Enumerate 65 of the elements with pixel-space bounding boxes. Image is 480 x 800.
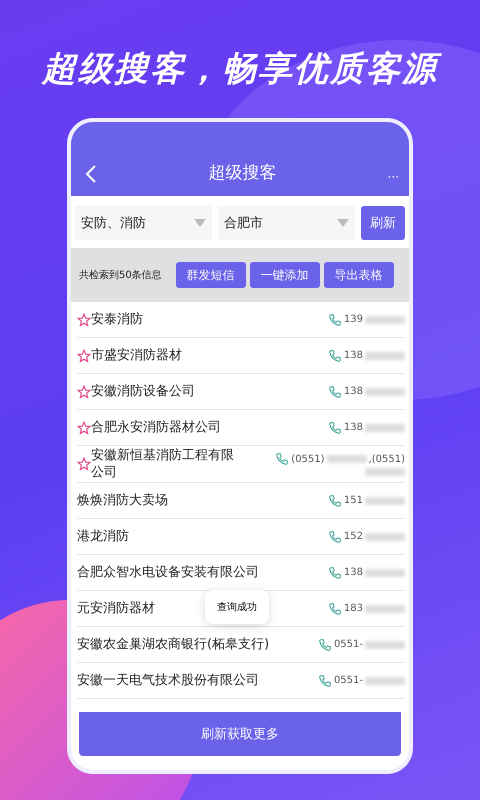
- phone-number: 138: [344, 567, 363, 578]
- company-name: 焕焕消防大卖场: [77, 492, 168, 510]
- phone-icon[interactable]: [275, 452, 290, 466]
- company-name: 安徽一天电气技术股份有限公司: [77, 672, 259, 690]
- phone-icon[interactable]: [328, 384, 342, 398]
- phone-number: (0551): [291, 454, 325, 464]
- company-name: 元安消防器材: [77, 600, 155, 618]
- phone-icon[interactable]: [318, 674, 332, 688]
- toast: 查询成功: [205, 590, 269, 624]
- phone-icon[interactable]: [328, 566, 342, 580]
- phone-number: 151: [344, 495, 363, 506]
- company-name: 安泰消防: [91, 311, 143, 329]
- company-name: 安徽消防设备公司: [91, 383, 195, 401]
- phone-icon[interactable]: [328, 602, 342, 616]
- phone-icon[interactable]: [328, 494, 342, 508]
- phone-number: 0551-: [334, 675, 363, 686]
- blurred-number: [365, 316, 405, 324]
- phone-number: 183: [344, 603, 363, 614]
- phone-number: 0551-: [334, 639, 363, 650]
- blurred-number: [365, 604, 405, 612]
- company-name: 安徽新恒基消防工程有限公司: [91, 447, 235, 482]
- blurred-number: [365, 676, 405, 684]
- refresh-button[interactable]: 刷新: [361, 206, 405, 240]
- dropdown[interactable]: 安防、消防: [75, 206, 212, 240]
- blurred-number: [365, 568, 405, 576]
- company-name: 市盛安消防器材: [91, 347, 182, 365]
- blurred-number: [365, 388, 405, 396]
- phone-icon[interactable]: [318, 638, 332, 652]
- blurred-number: [365, 352, 405, 360]
- action-button[interactable]: 导出表格: [324, 262, 394, 288]
- action-button[interactable]: 一键添加: [250, 262, 320, 288]
- back-icon[interactable]: [85, 164, 97, 184]
- company-name: 安徽农金巢湖农商银行(柘皋支行): [77, 636, 270, 654]
- star-icon[interactable]: [77, 420, 91, 434]
- phone-icon[interactable]: [328, 530, 342, 544]
- phone-number: ,(0551): [368, 454, 405, 464]
- caret-icon[interactable]: [194, 219, 206, 227]
- phone-icon[interactable]: [328, 420, 342, 434]
- result-count: 共检索到50条信息: [79, 268, 162, 282]
- blurred-number: [365, 468, 405, 476]
- company-name: 合肥永安消防器材公司: [91, 419, 221, 437]
- phone-icon[interactable]: [328, 312, 342, 326]
- blurred-number: [365, 424, 405, 432]
- action-button[interactable]: 群发短信: [176, 262, 246, 288]
- star-icon[interactable]: [77, 348, 91, 362]
- blurred-number: [365, 640, 405, 648]
- phone-number: 138: [344, 350, 363, 361]
- blurred-number: [365, 532, 405, 540]
- star-icon[interactable]: [77, 457, 91, 471]
- blurred-number: [326, 455, 367, 463]
- phone-number: 152: [344, 531, 363, 542]
- phone-number: 138: [344, 386, 363, 397]
- star-icon[interactable]: [77, 384, 91, 398]
- company-name: 合肥众智水电设备安装有限公司: [77, 564, 259, 582]
- phone-icon[interactable]: [328, 348, 342, 362]
- more-button[interactable]: ···: [388, 170, 399, 184]
- phone-number: 139: [344, 314, 363, 325]
- dropdown[interactable]: 合肥市: [218, 206, 355, 240]
- caret-icon[interactable]: [337, 219, 349, 227]
- blurred-number: [365, 496, 405, 504]
- star-icon[interactable]: [77, 312, 91, 326]
- company-name: 港龙消防: [77, 528, 129, 546]
- phone-number: 138: [344, 422, 363, 433]
- screen-title: 超级搜客: [208, 162, 276, 184]
- load-more-button[interactable]: 刷新获取更多: [79, 712, 401, 756]
